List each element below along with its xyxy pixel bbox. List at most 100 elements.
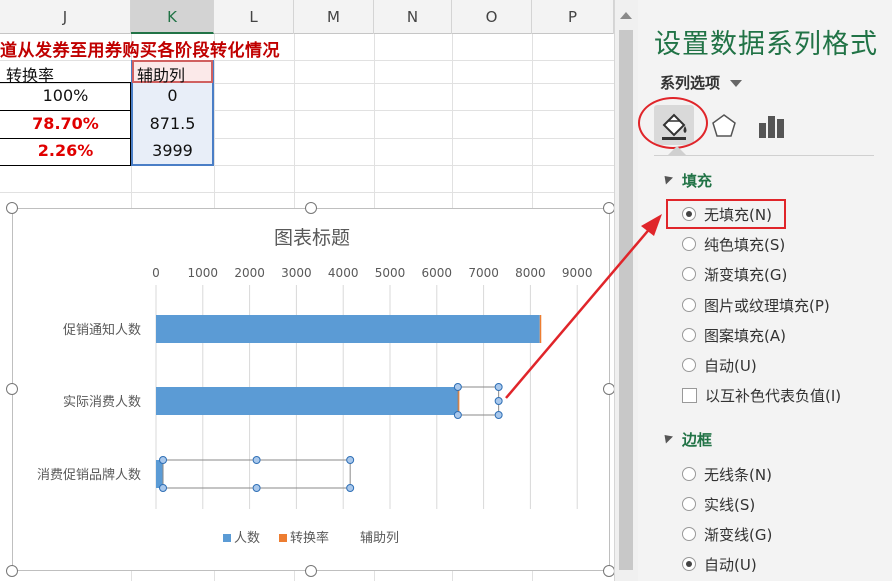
fill-section-header[interactable]: 填充 <box>682 170 712 191</box>
bar-people <box>156 387 458 415</box>
fill-option-solid[interactable]: 纯色填充(S) <box>682 233 785 255</box>
legend-label: 辅助列 <box>360 531 399 546</box>
chevron-down-icon[interactable] <box>730 80 742 87</box>
legend-swatch-rate <box>279 534 287 542</box>
x-tick-label: 0 <box>152 266 160 280</box>
radio-button[interactable] <box>682 298 696 312</box>
tab-divider <box>654 155 874 156</box>
border-option-solid[interactable]: 实线(S) <box>682 493 755 515</box>
collapse-triangle-icon[interactable] <box>660 431 674 444</box>
radio-button[interactable] <box>682 527 696 541</box>
chart-resize-handle[interactable] <box>603 565 614 577</box>
radio-button[interactable] <box>682 497 696 511</box>
fill-option-auto[interactable]: 自动(U) <box>682 354 757 376</box>
legend-label: 人数 <box>234 531 260 546</box>
column-header-n[interactable]: N <box>374 0 452 34</box>
border-option-none[interactable]: 无线条(N) <box>682 463 772 485</box>
column-headers: J K L M N O P <box>0 0 614 34</box>
annotation-circle <box>638 97 708 149</box>
chart-resize-handle[interactable] <box>305 202 317 214</box>
chart-resize-handle[interactable] <box>603 202 614 214</box>
chart-title: 图表标题 <box>274 227 350 249</box>
selection-handle <box>159 456 168 464</box>
selection-handle <box>252 484 261 492</box>
rate-cell[interactable]: 100% <box>0 86 131 105</box>
helper-cell[interactable]: 0 <box>131 86 214 105</box>
radio-button[interactable] <box>682 358 696 372</box>
bar-people <box>156 460 163 488</box>
pane-title: 设置数据系列格式 <box>654 29 878 60</box>
column-header-o[interactable]: O <box>452 0 532 34</box>
selection-handle <box>346 456 355 464</box>
selection-handle <box>494 383 503 391</box>
radio-button[interactable] <box>682 237 696 251</box>
x-tick-label: 4000 <box>328 266 359 280</box>
column-header-l[interactable]: L <box>214 0 294 34</box>
chart-resize-handle[interactable] <box>603 383 614 395</box>
helper-cell[interactable]: 3999 <box>131 141 214 160</box>
column-header-p[interactable]: P <box>532 0 614 34</box>
gridline <box>0 192 614 193</box>
selection-handle <box>494 397 503 405</box>
chart-resize-handle[interactable] <box>6 565 18 577</box>
chart-resize-handle[interactable] <box>6 202 18 214</box>
selection-handle <box>494 411 503 419</box>
chart-area[interactable]: 图表标题 0 1000 2000 3000 4000 5000 6000 7000 8000 900… <box>12 208 610 571</box>
border-option-gradient[interactable]: 渐变线(G) <box>682 523 772 545</box>
rate-header-cell[interactable]: 转换率 <box>6 62 54 86</box>
radio-button[interactable] <box>682 207 696 221</box>
helper-header-cell[interactable]: 辅助列 <box>137 62 185 86</box>
selection-handle <box>346 484 355 492</box>
column-header-k[interactable]: K <box>131 0 214 34</box>
format-data-series-pane: 设置数据系列格式 系列选项 填充 无填充(N) 纯色填充(S) 渐变填充(G) … <box>638 0 892 581</box>
fill-option-gradient[interactable]: 渐变填充(G) <box>682 263 787 285</box>
chart-resize-handle[interactable] <box>6 383 18 395</box>
selection-handle <box>453 411 462 419</box>
legend-label: 转换率 <box>290 530 329 546</box>
border-section-header[interactable]: 边框 <box>682 429 712 450</box>
selection-handle <box>159 484 168 492</box>
selection-handle <box>453 383 462 391</box>
series-options-dropdown[interactable]: 系列选项 <box>660 72 720 93</box>
scroll-up-icon[interactable] <box>620 12 632 19</box>
checkbox[interactable] <box>682 387 697 403</box>
tab-pointer <box>668 146 686 155</box>
category-label: 促销通知人数 <box>63 322 141 338</box>
series-options-tab[interactable] <box>752 105 792 145</box>
bar-helper <box>457 386 500 416</box>
radio-button[interactable] <box>682 328 696 342</box>
selection-handle <box>252 456 261 464</box>
bar-chart[interactable]: 图表标题 0 1000 2000 3000 4000 5000 6000 7000 8000 900… <box>13 209 611 572</box>
fill-option-none[interactable]: 无填充(N) <box>682 203 772 225</box>
collapse-triangle-icon[interactable] <box>660 172 674 185</box>
x-tick-label: 9000 <box>562 266 593 280</box>
column-header-m[interactable]: M <box>294 0 374 34</box>
vertical-scrollbar[interactable] <box>614 0 638 581</box>
bar-helper <box>162 459 351 489</box>
pentagon-icon <box>712 114 736 137</box>
x-tick-label: 6000 <box>422 266 453 280</box>
x-tick-label: 7000 <box>468 266 499 280</box>
column-header-j[interactable]: J <box>0 0 131 34</box>
worksheet[interactable]: J K L M N O P 道从发券至用券购买各阶段转化情况 转换率 辅助列 1… <box>0 0 614 581</box>
sheet-title-cell[interactable]: 道从发券至用券购买各阶段转化情况 <box>0 36 280 61</box>
rate-cell[interactable]: 2.26% <box>0 141 131 160</box>
invert-if-negative-checkbox[interactable]: 以互补色代表负值(I) <box>682 384 841 406</box>
effects-tab[interactable] <box>704 105 744 145</box>
table-border <box>0 138 131 139</box>
bar-people <box>156 315 540 343</box>
rate-cell[interactable]: 78.70% <box>0 114 131 133</box>
radio-button[interactable] <box>682 557 696 571</box>
radio-button[interactable] <box>682 267 696 281</box>
fill-option-picture[interactable]: 图片或纹理填充(P) <box>682 294 830 316</box>
fill-option-pattern[interactable]: 图案填充(A) <box>682 324 786 346</box>
gridline <box>0 83 614 84</box>
table-border <box>0 110 131 111</box>
x-tick-label: 1000 <box>188 266 219 280</box>
border-option-auto[interactable]: 自动(U) <box>682 553 757 575</box>
chart-resize-handle[interactable] <box>305 565 317 577</box>
scrollbar-thumb[interactable] <box>619 30 633 570</box>
x-tick-label: 2000 <box>234 266 265 280</box>
helper-cell[interactable]: 871.5 <box>131 114 214 133</box>
radio-button[interactable] <box>682 467 696 481</box>
